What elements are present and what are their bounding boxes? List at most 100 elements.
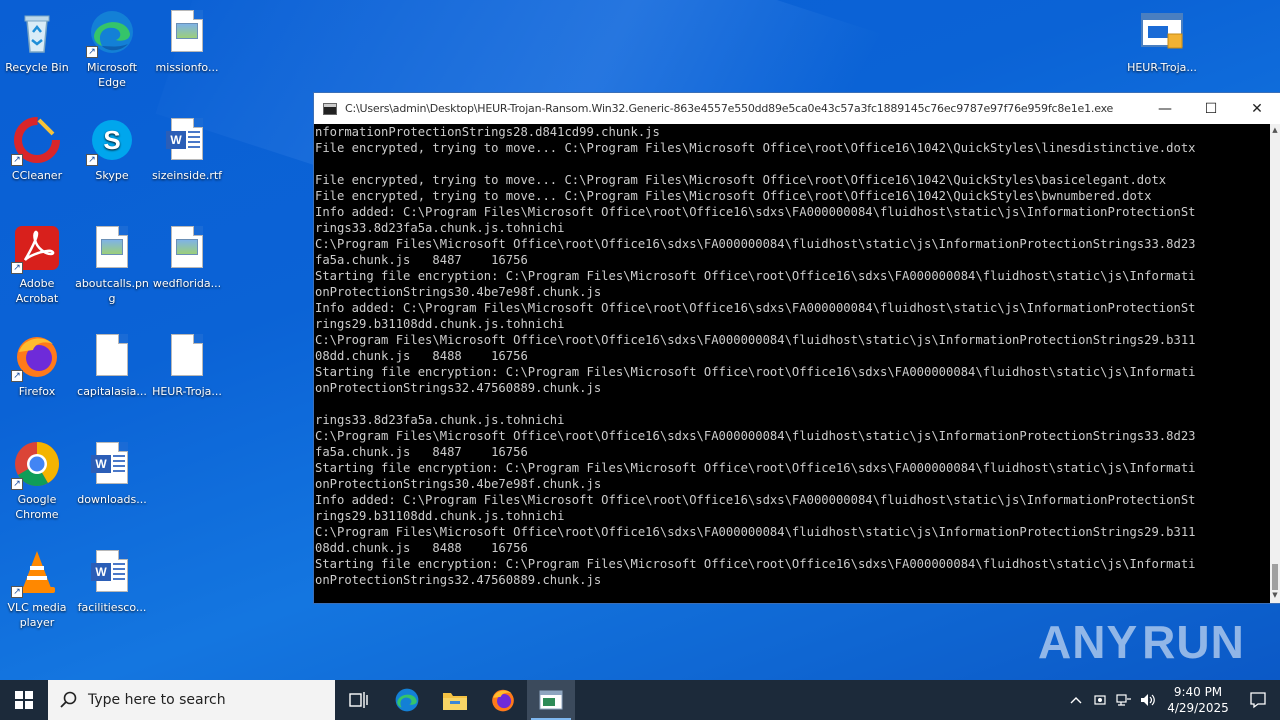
svg-text:S: S xyxy=(103,125,120,155)
clock-date: 4/29/2025 xyxy=(1167,701,1229,715)
blank-file-icon xyxy=(163,332,211,380)
console-line: rings29.b31108dd.chunk.js.tohnichi xyxy=(315,509,565,523)
console-line: File encrypted, trying to move... C:\Pro… xyxy=(315,189,1152,203)
console-line: 08dd.chunk.js 8488 16756 xyxy=(315,541,528,555)
search-placeholder: Type here to search xyxy=(88,692,226,708)
console-line: Starting file encryption: C:\Program Fil… xyxy=(315,269,1196,283)
console-line: File encrypted, trying to move... C:\Pro… xyxy=(315,173,1167,187)
scroll-up-icon[interactable]: ▲ xyxy=(1271,126,1279,136)
edge-icon: ↗ xyxy=(86,8,136,58)
desktop-icon-capitalasia[interactable]: capitalasia... xyxy=(75,332,149,399)
desktop-icon-heur-trojan-file[interactable]: HEUR-Troja... xyxy=(150,332,224,399)
chrome-icon: ↗ xyxy=(11,440,61,490)
console-line: rings29.b31108dd.chunk.js.tohnichi xyxy=(315,317,565,331)
skype-icon: S ↗ xyxy=(86,116,136,166)
executable-icon xyxy=(1138,8,1186,56)
desktop-icon-skype[interactable]: S ↗ Skype xyxy=(75,116,149,183)
taskbar-edge-button[interactable] xyxy=(383,680,431,720)
recycle-bin-icon xyxy=(13,8,61,56)
console-line: C:\Program Files\Microsoft Office\root\O… xyxy=(315,237,1196,251)
desktop-icon-aboutcalls[interactable]: aboutcalls.png xyxy=(75,224,149,306)
desktop-icon-adobe-acrobat[interactable]: ↗ Adobe Acrobat xyxy=(0,224,74,306)
close-button[interactable]: ✕ xyxy=(1234,93,1280,124)
desktop-icon-google-chrome[interactable]: ↗ Google Chrome xyxy=(0,440,74,522)
image-file-icon xyxy=(163,8,211,56)
console-line: Info added: C:\Program Files\Microsoft O… xyxy=(315,301,1196,315)
desktop-icon-wedflorida[interactable]: wedflorida... xyxy=(150,224,224,291)
console-line: 08dd.chunk.js 8488 16756 xyxy=(315,349,528,363)
console-line: onProtectionStrings30.4be7e98f.chunk.js xyxy=(315,477,602,491)
desktop-icon-recycle-bin[interactable]: Recycle Bin xyxy=(0,8,74,75)
console-window[interactable]: C:\Users\admin\Desktop\HEUR-Trojan-Ranso… xyxy=(313,92,1280,604)
console-line: onProtectionStrings30.4be7e98f.chunk.js xyxy=(315,285,602,299)
taskbar: Type here to search 9:40 PM 4/29/2025 xyxy=(0,680,1280,720)
minimize-button[interactable]: — xyxy=(1142,93,1188,124)
console-app-icon xyxy=(323,102,337,115)
task-view-button[interactable] xyxy=(335,680,383,720)
console-line: nformationProtectionStrings28.d841cd99.c… xyxy=(315,125,660,139)
scroll-down-icon[interactable]: ▼ xyxy=(1271,591,1279,601)
console-line: C:\Program Files\Microsoft Office\root\O… xyxy=(315,525,1196,539)
desktop-icon-ccleaner[interactable]: ↗ CCleaner xyxy=(0,116,74,183)
clock-time: 9:40 PM xyxy=(1173,685,1223,699)
maximize-button[interactable]: ☐ xyxy=(1188,93,1234,124)
notification-icon xyxy=(1250,692,1266,709)
console-line: Starting file encryption: C:\Program Fil… xyxy=(315,557,1196,571)
taskbar-search-box[interactable]: Type here to search xyxy=(48,680,335,720)
task-view-icon xyxy=(349,692,368,708)
console-line: rings33.8d23fa5a.chunk.js.tohnichi xyxy=(315,221,565,235)
word-document-icon: W xyxy=(88,548,136,596)
taskbar-console-button[interactable] xyxy=(527,680,575,720)
vlc-icon: ↗ xyxy=(11,548,61,598)
console-line: Info added: C:\Program Files\Microsoft O… xyxy=(315,205,1196,219)
search-icon xyxy=(60,691,77,708)
word-document-icon: W xyxy=(88,440,136,488)
desktop-icon-vlc-media-player[interactable]: ↗ VLC media player xyxy=(0,548,74,630)
console-line: fa5a.chunk.js 8487 16756 xyxy=(315,253,528,267)
console-scrollbar[interactable]: ▲ ▼ xyxy=(1270,124,1280,603)
console-output[interactable]: nformationProtectionStrings28.d841cd99.c… xyxy=(314,124,1270,603)
word-document-icon: W xyxy=(163,116,211,164)
desktop-icon-sizeinside[interactable]: W sizeinside.rtf xyxy=(150,116,224,183)
blank-file-icon xyxy=(88,332,136,380)
console-line: onProtectionStrings32.47560889.chunk.js xyxy=(315,573,602,587)
desktop-icon-missionfo[interactable]: missionfo... xyxy=(150,8,224,75)
console-app-icon xyxy=(539,690,563,710)
window-title: C:\Users\admin\Desktop\HEUR-Trojan-Ranso… xyxy=(345,102,1114,115)
console-line: C:\Program Files\Microsoft Office\root\O… xyxy=(315,333,1196,347)
console-line: onProtectionStrings32.47560889.chunk.js xyxy=(315,381,602,395)
notification-center-button[interactable] xyxy=(1236,680,1280,720)
security-status-icon[interactable] xyxy=(1088,680,1112,720)
image-file-icon xyxy=(163,224,211,272)
anyrun-watermark: ANY RUN xyxy=(1038,616,1245,668)
volume-icon[interactable] xyxy=(1136,680,1160,720)
desktop-icon-downloads[interactable]: W downloads... xyxy=(75,440,149,507)
firefox-icon: ↗ xyxy=(11,332,61,382)
network-icon[interactable] xyxy=(1112,680,1136,720)
taskbar-clock[interactable]: 9:40 PM 4/29/2025 xyxy=(1160,684,1236,716)
acrobat-icon: ↗ xyxy=(11,224,61,274)
console-titlebar[interactable]: C:\Users\admin\Desktop\HEUR-Trojan-Ranso… xyxy=(314,93,1280,124)
scroll-thumb[interactable] xyxy=(1272,564,1278,590)
console-line: rings33.8d23fa5a.chunk.js.tohnichi xyxy=(315,413,565,427)
start-button[interactable] xyxy=(0,680,48,720)
firefox-icon xyxy=(492,689,514,712)
desktop-icon-facilitiesco[interactable]: W facilitiesco... xyxy=(75,548,149,615)
desktop-icon-heur-trojan-exe[interactable]: HEUR-Troja... xyxy=(1125,8,1199,75)
console-line: Starting file encryption: C:\Program Fil… xyxy=(315,365,1196,379)
ccleaner-icon: ↗ xyxy=(11,116,61,166)
desktop-icon-firefox[interactable]: ↗ Firefox xyxy=(0,332,74,399)
taskbar-firefox-button[interactable] xyxy=(479,680,527,720)
windows-logo-icon xyxy=(15,691,33,709)
taskbar-file-explorer-button[interactable] xyxy=(431,680,479,720)
console-line: Starting file encryption: C:\Program Fil… xyxy=(315,461,1196,475)
file-explorer-icon xyxy=(443,693,467,710)
desktop-icon-microsoft-edge[interactable]: ↗ Microsoft Edge xyxy=(75,8,149,90)
console-line: Info added: C:\Program Files\Microsoft O… xyxy=(315,493,1196,507)
chevron-up-icon[interactable] xyxy=(1064,680,1088,720)
image-file-icon xyxy=(88,224,136,272)
console-line: fa5a.chunk.js 8487 16756 xyxy=(315,445,528,459)
console-line: File encrypted, trying to move... C:\Pro… xyxy=(315,141,1196,155)
system-tray: 9:40 PM 4/29/2025 xyxy=(1064,680,1280,720)
